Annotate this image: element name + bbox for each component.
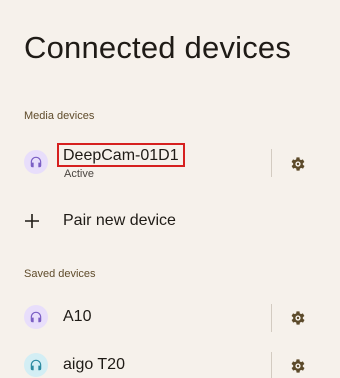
saved-devices-header: Saved devices [24, 268, 96, 280]
device-status: Active [64, 168, 94, 180]
settings-gear-icon[interactable] [288, 356, 308, 376]
plus-icon [25, 214, 39, 228]
settings-gear-icon[interactable] [288, 308, 308, 328]
device-row-a10[interactable]: A10 [0, 300, 340, 336]
headphones-icon [24, 353, 48, 377]
media-devices-header: Media devices [24, 110, 95, 122]
settings-gear-icon[interactable] [288, 154, 308, 174]
device-row-deepcam[interactable]: DeepCam-01D1 Active [0, 140, 340, 186]
device-name: aigo T20 [63, 356, 125, 373]
device-name: A10 [63, 308, 92, 325]
headphones-icon [24, 150, 48, 174]
page-title: Connected devices [24, 30, 292, 65]
headphones-icon [24, 305, 48, 329]
pair-new-device-button[interactable]: Pair new device [0, 208, 340, 238]
divider [271, 149, 272, 177]
device-name: DeepCam-01D1 [57, 143, 185, 167]
pair-new-device-label: Pair new device [63, 212, 176, 229]
divider [271, 352, 272, 378]
divider [271, 304, 272, 332]
device-row-aigo-t20[interactable]: aigo T20 [0, 347, 340, 378]
